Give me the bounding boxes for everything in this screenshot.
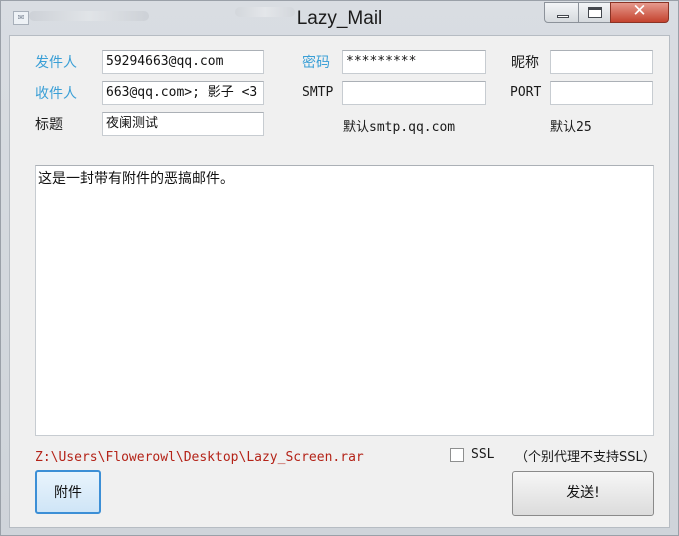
close-icon: ✕: [632, 1, 647, 21]
password-label: 密码: [302, 55, 330, 71]
subject-field[interactable]: 夜阑测试: [102, 112, 264, 136]
ssl-label: SSL: [471, 447, 495, 462]
close-button[interactable]: ✕: [610, 1, 669, 23]
send-button[interactable]: 发送!: [512, 471, 654, 516]
app-window: ✉ Lazy_Mail ✕ 发件人 59294663@qq.com 收件人 66…: [0, 0, 679, 536]
smtp-label: SMTP: [302, 85, 334, 100]
subject-label: 标题: [35, 117, 63, 133]
attach-button[interactable]: 附件: [35, 470, 101, 514]
ssl-note: （个别代理不支持SSL）: [515, 450, 656, 465]
message-body-textarea[interactable]: 这是一封带有附件的恶搞邮件。: [35, 165, 654, 436]
title-bar[interactable]: ✉ Lazy_Mail ✕: [1, 1, 678, 35]
smtp-default-hint: 默认smtp.qq.com: [343, 120, 456, 135]
attachment-path: Z:\Users\Flowerowl\Desktop\Lazy_Screen.r…: [35, 450, 364, 465]
port-label: PORT: [510, 85, 542, 100]
minimize-button[interactable]: [544, 2, 579, 23]
password-field[interactable]: *********: [342, 50, 486, 74]
nickname-field[interactable]: [550, 50, 653, 74]
ssl-checkbox[interactable]: [450, 448, 464, 462]
port-default-hint: 默认25: [550, 120, 592, 135]
maximize-icon: [588, 7, 602, 18]
smtp-field[interactable]: [342, 81, 486, 105]
sender-field[interactable]: 59294663@qq.com: [102, 50, 264, 74]
recipient-label: 收件人: [35, 86, 77, 102]
sender-label: 发件人: [35, 55, 77, 71]
nickname-label: 昵称: [511, 55, 539, 71]
client-area: 发件人 59294663@qq.com 收件人 663@qq.com>; 影子 …: [9, 35, 670, 528]
maximize-button[interactable]: [578, 2, 611, 23]
port-field[interactable]: [550, 81, 653, 105]
recipient-field[interactable]: 663@qq.com>; 影子 <3: [102, 81, 264, 105]
minimize-icon: [557, 15, 569, 18]
